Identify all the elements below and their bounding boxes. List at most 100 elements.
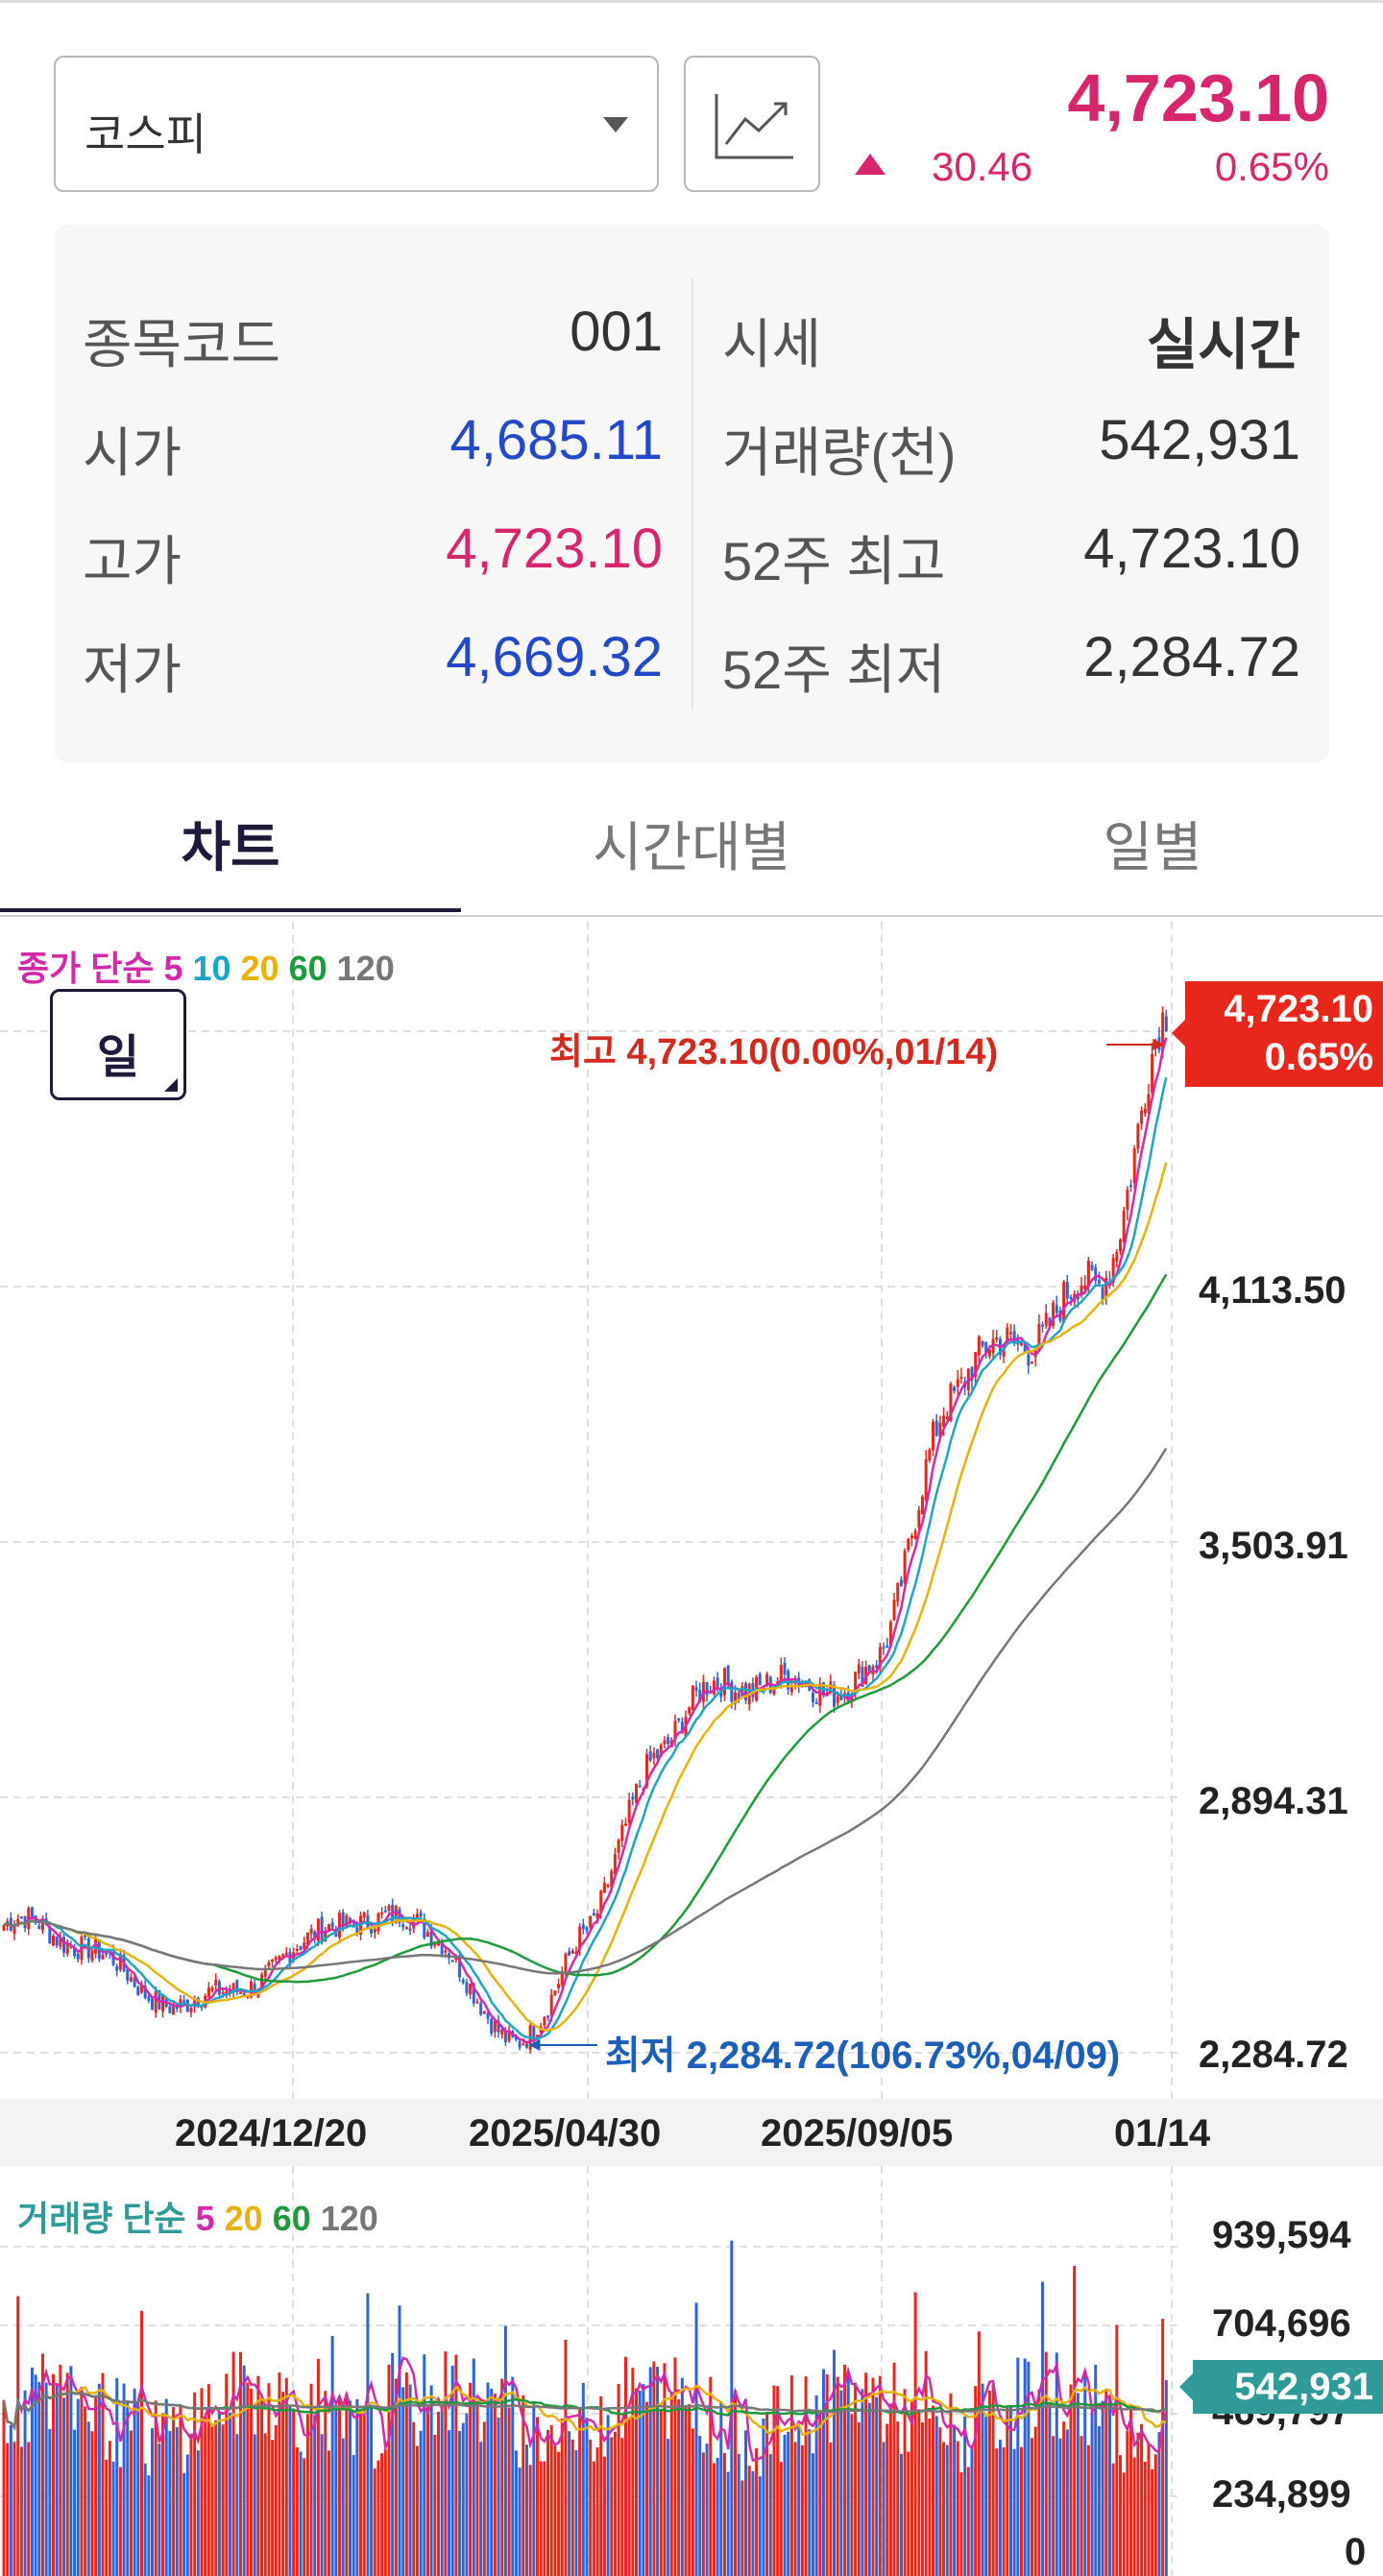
volume-bar	[1016, 2357, 1020, 2576]
volume-bar	[228, 2412, 231, 2576]
candle-body	[284, 1952, 288, 1955]
volume-bar	[1058, 2438, 1062, 2576]
volume-bar	[984, 2417, 988, 2576]
price-volume-chart[interactable]	[0, 0, 1383, 2576]
price-chart-legend: 종가 단순 5 10 20 60 120	[17, 941, 404, 991]
volume-bar	[896, 2421, 900, 2576]
candle-body	[404, 1927, 408, 1930]
volume-bar	[938, 2427, 942, 2576]
volume-bar	[122, 2383, 126, 2576]
volume-bar	[12, 2442, 16, 2576]
candle-body	[189, 2008, 193, 2013]
volume-bar	[1143, 2461, 1147, 2576]
volume-bar	[659, 2409, 663, 2576]
candle-body	[210, 1987, 214, 1991]
candle-body	[55, 1937, 59, 1946]
volume-bar	[133, 2388, 136, 2576]
y-tick-label: 2,894.31	[1199, 1780, 1348, 1822]
volume-bar	[829, 2442, 833, 2576]
volume-bar	[52, 2373, 56, 2576]
legend-ma10: 10	[192, 949, 231, 988]
candle-body	[932, 1421, 935, 1451]
volume-bar	[497, 2417, 500, 2576]
volume-bar	[560, 2419, 564, 2576]
candle-body	[570, 1950, 574, 1954]
volume-bar	[843, 2364, 847, 2576]
volume-bar	[366, 2293, 370, 2576]
volume-bar	[945, 2444, 949, 2576]
volume-bar	[934, 2416, 938, 2576]
candle-body	[486, 2012, 490, 2019]
volume-bar	[383, 2449, 387, 2576]
volume-bar	[694, 2302, 698, 2576]
volume-bar	[2, 2399, 6, 2576]
volume-bar	[592, 2461, 595, 2576]
volume-bar	[864, 2372, 868, 2576]
candle-body	[956, 1379, 959, 1387]
candle-body	[12, 1925, 16, 1935]
candle-body	[648, 1750, 652, 1761]
candle-body	[419, 1912, 423, 1917]
volume-bar	[221, 2424, 225, 2576]
volume-bar	[1044, 2351, 1048, 2576]
volume-bar	[271, 2440, 275, 2576]
candle-body	[465, 1982, 469, 1993]
candle-body	[564, 1953, 568, 1973]
volume-bar	[684, 2406, 688, 2576]
volume-bar	[903, 2389, 907, 2576]
volume-bar	[260, 2396, 264, 2576]
volume-bar	[324, 2391, 328, 2576]
volume-bar	[648, 2367, 652, 2576]
x-tick-label: 2025/04/30	[469, 2112, 662, 2155]
volume-bar	[688, 2404, 692, 2576]
volume-bar	[726, 2471, 730, 2576]
volume-bar	[440, 2405, 444, 2576]
volume-bar	[1151, 2468, 1154, 2576]
volume-bar	[1076, 2393, 1080, 2576]
candle-body	[585, 1927, 589, 1931]
period-selector-button[interactable]: 일	[50, 989, 186, 1100]
candle-body	[238, 1991, 242, 1994]
volume-bar	[669, 2392, 673, 2576]
period-selector-label: 일	[96, 1032, 140, 1083]
volume-bar	[570, 2439, 574, 2576]
candle-body	[1126, 1190, 1129, 1210]
volume-bar	[316, 2358, 320, 2576]
volume-bar	[1101, 2400, 1104, 2576]
last-price-tag-value: 4,723.10	[1224, 988, 1373, 1030]
candle-body	[886, 1646, 889, 1649]
volume-bar	[1118, 2455, 1122, 2576]
high-annotation: 최고 4,723.10(0.00%,01/14)	[549, 1032, 999, 1072]
volume-bar	[737, 2453, 740, 2576]
volume-bar	[680, 2377, 684, 2576]
low-annotation: 최저 2,284.72(106.73%,04/09)	[605, 2034, 1121, 2077]
volume-bar	[645, 2401, 649, 2576]
volume-bar	[546, 2429, 550, 2576]
volume-bar	[1136, 2432, 1140, 2576]
candle-body	[924, 1458, 928, 1502]
candle-body	[635, 1783, 639, 1803]
volume-bar	[557, 2451, 561, 2576]
candle-body	[836, 1696, 839, 1703]
candle-body	[129, 1977, 133, 1982]
volume-bar	[800, 2444, 804, 2576]
candle-body	[589, 1915, 593, 1928]
candle-body	[271, 1960, 275, 1962]
volume-bar	[1126, 2430, 1129, 2576]
volume-bar	[712, 2463, 716, 2576]
volume-bar	[765, 2412, 769, 2576]
volume-bar	[783, 2434, 787, 2576]
candle-body	[214, 1979, 218, 1986]
volume-bar	[768, 2454, 772, 2576]
candle-body	[267, 1962, 271, 1966]
candle-body	[959, 1376, 963, 1379]
candle-body	[981, 1340, 984, 1346]
x-tick-label: 2025/09/05	[761, 2112, 954, 2155]
volume-bar	[303, 2458, 306, 2576]
candle-body	[1143, 1108, 1147, 1114]
candle-body	[168, 2006, 172, 2013]
candle-body	[620, 1824, 624, 1842]
volume-bar	[362, 2407, 366, 2576]
volume-bar	[433, 2435, 437, 2576]
candle-body	[907, 1538, 910, 1551]
